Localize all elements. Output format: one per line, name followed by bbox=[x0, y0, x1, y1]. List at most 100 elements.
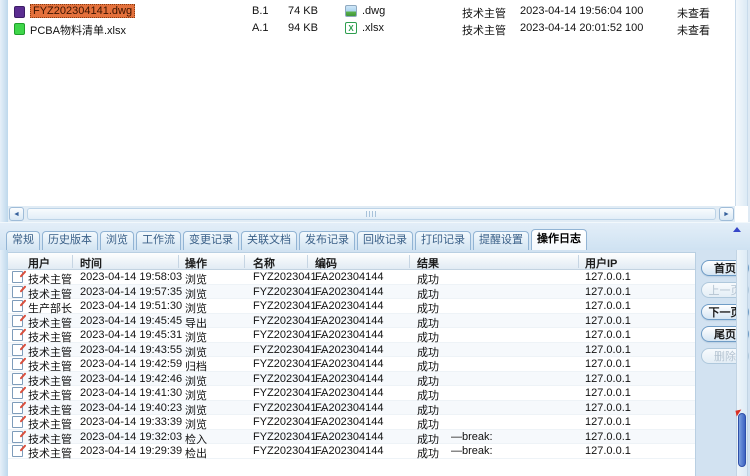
log-table-row[interactable]: 技术主管 2023-04-14 19:45:45 导出 FYZ2023041..… bbox=[8, 314, 695, 329]
file-owner: 技术主管 bbox=[462, 5, 506, 21]
log-doc-code: FA202304144 bbox=[315, 445, 384, 457]
detail-tab[interactable]: 关联文档 bbox=[241, 231, 297, 250]
log-time: 2023-04-14 19:29:39 bbox=[80, 445, 182, 457]
log-table-row[interactable]: 生产部长 2023-04-14 19:51:30 浏览 FYZ2023041..… bbox=[8, 299, 695, 314]
col-header-operation[interactable]: 操作 bbox=[185, 255, 207, 271]
detail-tab[interactable]: 提醒设置 bbox=[473, 231, 529, 250]
detail-tab[interactable]: 打印记录 bbox=[415, 231, 471, 250]
edit-document-icon bbox=[12, 402, 23, 414]
log-user-ip: 127.0.0.1 bbox=[585, 271, 631, 283]
log-doc-code: FA202304144 bbox=[315, 358, 384, 370]
horizontal-scroll-thumb[interactable] bbox=[27, 208, 716, 220]
log-table-row[interactable]: 技术主管 2023-04-14 19:42:59 归档 FYZ2023041..… bbox=[8, 357, 695, 372]
detail-tab-bar: 常规 历史版本 浏览 工作流 变更记录 关联文档 发布记录 回收记录 打印记录 … bbox=[0, 222, 750, 250]
log-result-note: —break: bbox=[451, 431, 493, 443]
file-size: 94 KB bbox=[288, 22, 318, 34]
log-time: 2023-04-14 19:32:03 bbox=[80, 431, 182, 443]
detail-tab[interactable]: 工作流 bbox=[136, 231, 181, 250]
detail-tab[interactable]: 浏览 bbox=[100, 231, 134, 250]
file-view-status: 未查看 bbox=[677, 22, 710, 38]
log-time: 2023-04-14 19:42:46 bbox=[80, 373, 182, 385]
operation-log-table: 用户 时间 操作 名称 编码 结果 用户IP 技术主管 2023-04-14 1… bbox=[8, 252, 696, 476]
log-result: 成功 bbox=[417, 445, 439, 461]
col-header-ip[interactable]: 用户IP bbox=[585, 255, 617, 271]
edit-document-icon bbox=[12, 300, 23, 312]
file-version: B.1 bbox=[252, 5, 269, 17]
file-name-label[interactable]: PCBA物料清单.xlsx bbox=[30, 25, 126, 37]
edit-document-icon bbox=[12, 329, 23, 341]
log-user-ip: 127.0.0.1 bbox=[585, 431, 631, 443]
log-time: 2023-04-14 19:45:31 bbox=[80, 329, 182, 341]
log-table-row[interactable]: 技术主管 2023-04-14 19:32:03 检入 FYZ2023041..… bbox=[8, 430, 695, 445]
log-user-ip: 127.0.0.1 bbox=[585, 416, 631, 428]
file-list-horizontal-scrollbar[interactable]: ◄ ► bbox=[8, 206, 735, 222]
log-user-ip: 127.0.0.1 bbox=[585, 286, 631, 298]
log-table-body: 技术主管 2023-04-14 19:58:03 浏览 FYZ2023041..… bbox=[8, 270, 695, 459]
detail-tab[interactable]: 历史版本 bbox=[42, 231, 98, 250]
column-separator bbox=[409, 255, 410, 268]
log-user-ip: 127.0.0.1 bbox=[585, 300, 631, 312]
vertical-scroll-thumb[interactable] bbox=[738, 413, 746, 467]
log-doc-code: FA202304144 bbox=[315, 329, 384, 341]
col-header-user[interactable]: 用户 bbox=[28, 255, 50, 271]
file-list-vertical-scrollbar[interactable] bbox=[735, 0, 748, 206]
log-user-ip: 127.0.0.1 bbox=[585, 387, 631, 399]
scroll-left-arrow-icon[interactable]: ◄ bbox=[9, 207, 24, 221]
log-doc-code: FA202304144 bbox=[315, 402, 384, 414]
file-type-icon bbox=[345, 5, 357, 17]
log-table-row[interactable]: 技术主管 2023-04-14 19:43:55 浏览 FYZ2023041..… bbox=[8, 343, 695, 358]
col-header-result[interactable]: 结果 bbox=[417, 255, 439, 271]
log-doc-code: FA202304144 bbox=[315, 387, 384, 399]
log-user: 技术主管 bbox=[28, 445, 72, 461]
log-doc-code: FA202304144 bbox=[315, 416, 384, 428]
log-table-row[interactable]: 技术主管 2023-04-14 19:58:03 浏览 FYZ2023041..… bbox=[8, 270, 695, 285]
log-user-ip: 127.0.0.1 bbox=[585, 344, 631, 356]
file-version: A.1 bbox=[252, 22, 269, 34]
file-doc-icon bbox=[14, 23, 25, 35]
log-table-row[interactable]: 技术主管 2023-04-14 19:29:39 检出 FYZ2023041..… bbox=[8, 444, 695, 459]
file-size: 74 KB bbox=[288, 5, 318, 17]
log-time: 2023-04-14 19:43:55 bbox=[80, 344, 182, 356]
log-table-row[interactable]: 技术主管 2023-04-14 19:41:30 浏览 FYZ2023041..… bbox=[8, 386, 695, 401]
alert-marker-icon bbox=[735, 409, 742, 416]
log-doc-code: FA202304144 bbox=[315, 315, 384, 327]
log-time: 2023-04-14 19:58:03 bbox=[80, 271, 182, 283]
file-name[interactable]: FYZ202304141.dwg bbox=[30, 5, 135, 17]
edit-document-icon bbox=[12, 286, 23, 298]
log-doc-code: FA202304144 bbox=[315, 286, 384, 298]
col-header-name[interactable]: 名称 bbox=[253, 255, 275, 271]
file-name[interactable]: PCBA物料清单.xlsx bbox=[30, 22, 126, 38]
scroll-right-arrow-icon[interactable]: ► bbox=[719, 207, 734, 221]
detail-tab[interactable]: 发布记录 bbox=[299, 231, 355, 250]
detail-tab[interactable]: 操作日志 bbox=[531, 229, 587, 250]
column-separator bbox=[178, 255, 179, 268]
column-separator bbox=[578, 255, 579, 268]
log-table-row[interactable]: 技术主管 2023-04-14 19:33:39 浏览 FYZ2023041..… bbox=[8, 415, 695, 430]
log-vertical-scrollbar[interactable] bbox=[736, 250, 748, 476]
file-name-label[interactable]: FYZ202304141.dwg bbox=[30, 4, 135, 18]
log-table-row[interactable]: 技术主管 2023-04-14 19:57:35 浏览 FYZ2023041..… bbox=[8, 285, 695, 300]
detail-tab[interactable]: 变更记录 bbox=[183, 231, 239, 250]
edit-document-icon bbox=[12, 315, 23, 327]
log-doc-code: FA202304144 bbox=[315, 373, 384, 385]
col-header-time[interactable]: 时间 bbox=[80, 255, 102, 271]
edit-document-icon bbox=[12, 344, 23, 356]
file-timestamp: 2023-04-14 19:56:04 bbox=[520, 5, 622, 17]
file-list-row[interactable]: FYZ202304141.dwg B.1 74 KB .dwg 技术主管 202… bbox=[8, 3, 735, 20]
edit-document-icon bbox=[12, 445, 23, 457]
column-separator bbox=[307, 255, 308, 268]
log-table-row[interactable]: 技术主管 2023-04-14 19:42:46 浏览 FYZ2023041..… bbox=[8, 372, 695, 387]
collapse-up-arrow-icon[interactable] bbox=[733, 227, 741, 232]
log-time: 2023-04-14 19:51:30 bbox=[80, 300, 182, 312]
operation-log-panel: 用户 时间 操作 名称 编码 结果 用户IP 技术主管 2023-04-14 1… bbox=[8, 250, 750, 476]
log-table-row[interactable]: 技术主管 2023-04-14 19:45:31 浏览 FYZ2023041..… bbox=[8, 328, 695, 343]
file-extension: .dwg bbox=[362, 5, 385, 17]
detail-tab[interactable]: 回收记录 bbox=[357, 231, 413, 250]
edit-document-icon bbox=[12, 431, 23, 443]
log-table-row[interactable]: 技术主管 2023-04-14 19:40:23 浏览 FYZ2023041..… bbox=[8, 401, 695, 416]
log-user-ip: 127.0.0.1 bbox=[585, 373, 631, 385]
col-header-code[interactable]: 编码 bbox=[315, 255, 337, 271]
file-list-row[interactable]: PCBA物料清单.xlsx A.1 94 KB X .xlsx 技术主管 202… bbox=[8, 20, 735, 37]
edit-document-icon bbox=[12, 387, 23, 399]
detail-tab[interactable]: 常规 bbox=[6, 231, 40, 250]
